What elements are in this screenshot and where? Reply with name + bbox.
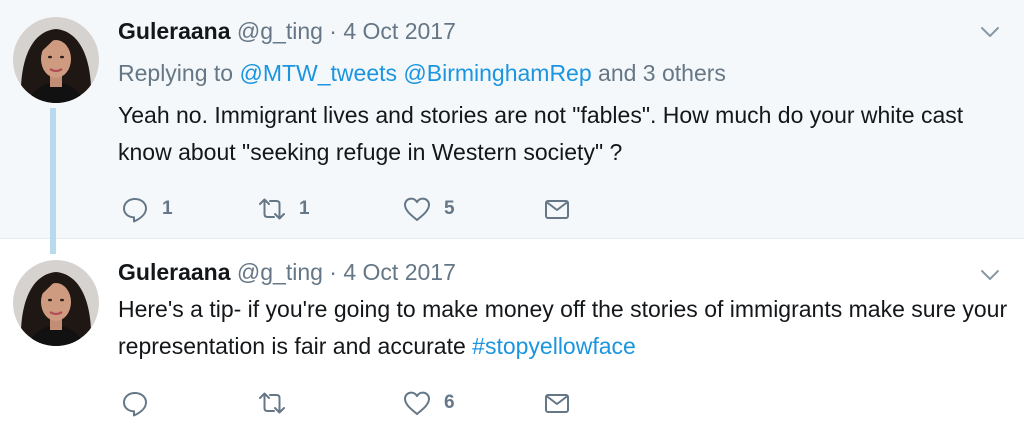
tweet[interactable]: Guleraana @g_ting · 4 Oct 2017 Replying … [0,0,1024,238]
reply-button[interactable]: 1 [120,192,173,226]
retweet-count: 1 [299,198,310,219]
tweet[interactable]: Guleraana @g_ting · 4 Oct 2017 Here's a … [0,238,1024,435]
timestamp[interactable]: · 4 Oct 2017 [329,259,456,285]
direct-message-button[interactable] [542,192,572,226]
tweet-text: Yeah no. Immigrant lives and stories are… [118,102,964,165]
like-button[interactable]: 6 [402,386,455,420]
timestamp[interactable]: · 4 Oct 2017 [329,18,456,44]
tweet-header: Guleraana @g_ting · 4 Oct 2017 [118,18,456,45]
retweet-icon [259,198,285,220]
direct-message-button[interactable] [542,386,572,420]
mention-link[interactable]: @MTW_tweets [239,60,397,86]
replying-to-label: Replying to [118,60,234,86]
direct-message-icon [545,200,569,219]
like-button[interactable]: 5 [402,192,455,226]
chevron-down-icon[interactable] [978,263,1002,287]
mention-link[interactable]: @BirminghamRep [403,60,591,86]
handle[interactable]: @g_ting [237,259,323,285]
chevron-down-icon[interactable] [978,20,1002,44]
handle[interactable]: @g_ting [237,18,323,44]
others-label[interactable]: and 3 others [598,60,726,86]
retweet-button[interactable]: 1 [257,192,310,226]
like-count: 5 [444,198,455,219]
reply-count: 1 [162,198,173,219]
replying-to: Replying to @MTW_tweets @BirminghamRep a… [118,60,726,87]
retweet-button[interactable] [257,386,287,420]
thread-connector [50,108,56,254]
reply-icon [123,392,147,417]
retweet-icon [259,392,285,414]
tweet-header: Guleraana @g_ting · 4 Oct 2017 [118,259,456,286]
tweet-text: Here's a tip- if you're going to make mo… [118,291,1008,365]
like-count: 6 [444,392,455,413]
direct-message-icon [545,394,569,413]
like-icon [404,391,430,415]
hashtag-link[interactable]: #stopyellowface [472,333,636,359]
like-icon [404,197,430,221]
reply-button[interactable] [120,386,150,420]
avatar[interactable] [13,260,99,346]
display-name[interactable]: Guleraana [118,259,231,285]
reply-icon [123,198,147,223]
avatar[interactable] [13,17,99,103]
display-name[interactable]: Guleraana [118,18,231,44]
